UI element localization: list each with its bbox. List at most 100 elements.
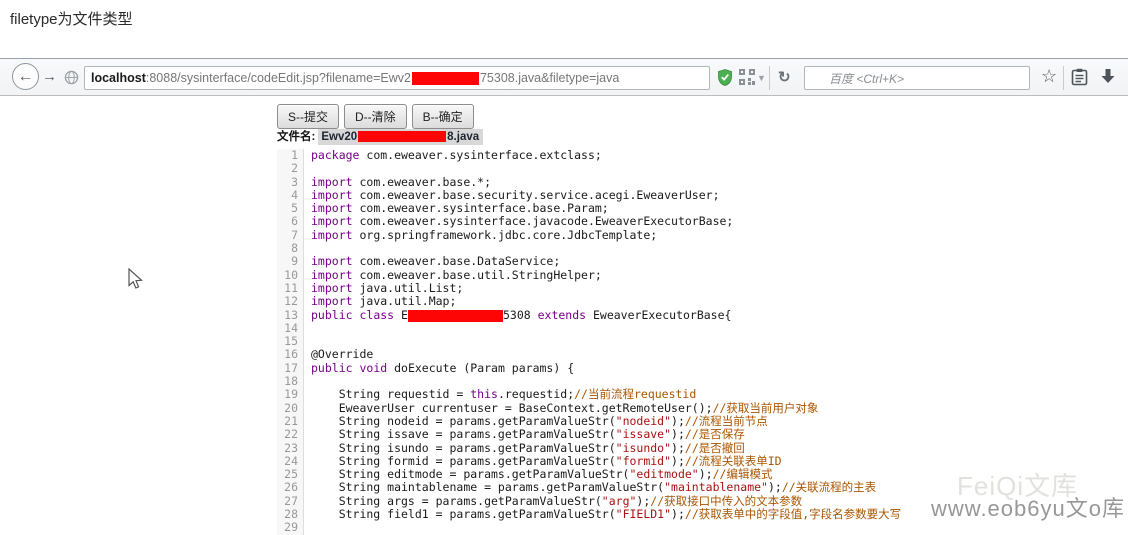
back-button[interactable]: ← [12,63,39,90]
watermark-url: www.eob6yu文o库 [931,491,1125,523]
code-segment: import [311,188,353,202]
toolbar-divider [769,66,770,90]
code-segment: //获取接口中传入的文本参数 [650,494,802,508]
code-segment: this [470,387,498,401]
code-line: 15 [277,335,1128,348]
page-title: filetype为文件类型 [10,8,133,29]
security-shield-icon[interactable] [717,69,733,91]
code-content: EweaverUser currentuser = BaseContext.ge… [304,402,818,415]
code-content: import java.util.Map; [304,295,456,308]
code-segment: //流程关联表单ID [685,454,782,468]
chevron-down-icon[interactable]: ▼ [757,73,766,83]
code-segment: "formid" [616,454,671,468]
bookmarks-panel-icon[interactable] [1071,68,1088,91]
line-number: 8 [277,242,304,255]
line-number: 21 [277,415,304,428]
code-content: String requestid = this.requestid;//当前流程… [304,388,696,401]
code-line: 21 String nodeid = params.getParamValueS… [277,415,1128,428]
form-button[interactable]: S--提交 [277,104,339,129]
forward-button[interactable]: → [42,68,57,85]
code-segment: com.eweaver.base.DataService; [353,254,561,268]
code-content: String field1 = params.getParamValueStr(… [304,508,901,521]
code-segment: .requestid; [498,387,574,401]
code-segment: String args = params.getParamValueStr( [311,494,602,508]
reload-button[interactable]: ↻ [778,68,791,86]
line-number: 20 [277,402,304,415]
code-line: 2 [277,162,1128,175]
code-segment: import [311,281,353,295]
site-globe-icon [64,70,79,90]
code-content: String maintablename = params.getParamVa… [304,481,876,494]
code-segment: ); [671,507,685,521]
code-content [304,162,311,175]
code-segment: @Override [311,347,373,361]
code-content: public void doExecute (Param params) { [304,362,574,375]
code-line: 11import java.util.List; [277,282,1128,295]
line-number: 26 [277,481,304,494]
code-segment: String editmode = params.getParamValueSt… [311,467,630,481]
code-line: 7import org.springframework.jdbc.core.Jd… [277,229,1128,242]
line-number: 29 [277,521,304,534]
bookmark-star-icon[interactable]: ☆ [1041,66,1057,87]
code-segment: com.eweaver.sysinterface.extclass; [359,149,601,162]
file-name-after: 8.java [447,131,479,143]
code-segment: String requestid = [311,387,470,401]
file-name-row: 文件名:Ewv208.java [277,128,483,144]
code-segment: public [311,308,353,322]
code-line: 6import com.eweaver.sysinterface.javacod… [277,215,1128,228]
code-content: String isundo = params.getParamValueStr(… [304,442,745,455]
code-line: 13public class E5308 extends EweaverExec… [277,309,1128,322]
code-segment: ); [699,467,713,481]
line-number: 3 [277,176,304,189]
search-input[interactable]: 百度 <Ctrl+K> [804,66,1030,90]
code-segment: "editmode" [630,467,699,481]
code-line: 4import com.eweaver.base.security.servic… [277,189,1128,202]
code-segment: String field1 = params.getParamValueStr( [311,507,616,521]
line-number: 1 [277,149,304,162]
code-segment: "issave" [616,427,671,441]
file-name-before: Ewv20 [321,131,357,143]
code-segment: EweaverUser currentuser = BaseContext.ge… [311,401,713,415]
url-path-before: :8088/sysinterface/codeEdit.jsp?filename… [146,71,411,85]
code-segment: com.eweaver.base.*; [353,175,491,189]
url-bar[interactable]: localhost:8088/sysinterface/codeEdit.jsp… [84,66,710,90]
code-segment: //编辑模式 [713,467,773,481]
code-segment: "nodeid" [616,414,671,428]
code-segment: String issave = params.getParamValueStr( [311,427,616,441]
code-content [304,242,311,255]
code-segment: java.util.Map; [353,294,457,308]
code-content: public class E5308 extends EweaverExecut… [304,309,731,322]
line-number: 16 [277,348,304,361]
code-line: 5import com.eweaver.sysinterface.base.Pa… [277,202,1128,215]
code-line: 16 @Override [277,348,1128,361]
code-segment: ); [671,427,685,441]
form-button[interactable]: D--清除 [344,104,407,129]
line-number: 17 [277,362,304,375]
screenshot-root: filetype为文件类型 ← → localhost:8088/sysinte… [0,0,1128,535]
qr-grid-icon[interactable] [739,69,755,90]
code-segment: import [311,201,353,215]
code-segment: //是否保存 [685,427,745,441]
code-content: String args = params.getParamValueStr("a… [304,495,802,508]
code-line: 9import com.eweaver.base.DataService; [277,255,1128,268]
code-segment: String isundo = params.getParamValueStr( [311,441,616,455]
line-number: 27 [277,495,304,508]
code-segment: //是否撤回 [685,441,745,455]
code-content: String editmode = params.getParamValueSt… [304,468,772,481]
code-content: import com.eweaver.base.DataService; [304,255,560,268]
code-segment: "arg" [602,494,637,508]
code-segment: import [311,175,353,189]
form-button[interactable]: B--确定 [412,104,474,129]
code-segment: "maintablename" [664,480,768,494]
code-line: 10import com.eweaver.base.util.StringHel… [277,269,1128,282]
mouse-cursor [127,268,145,295]
code-segment: ); [768,480,782,494]
line-number: 24 [277,455,304,468]
code-line: 14 [277,322,1128,335]
code-segment: //获取表单中的字段值,字段名参数要大写 [685,507,901,521]
code-segment: import [311,254,353,268]
code-content: import com.eweaver.base.*; [304,176,491,189]
toolbar-divider [1063,66,1064,90]
line-number: 4 [277,189,304,202]
download-icon[interactable] [1100,68,1116,90]
